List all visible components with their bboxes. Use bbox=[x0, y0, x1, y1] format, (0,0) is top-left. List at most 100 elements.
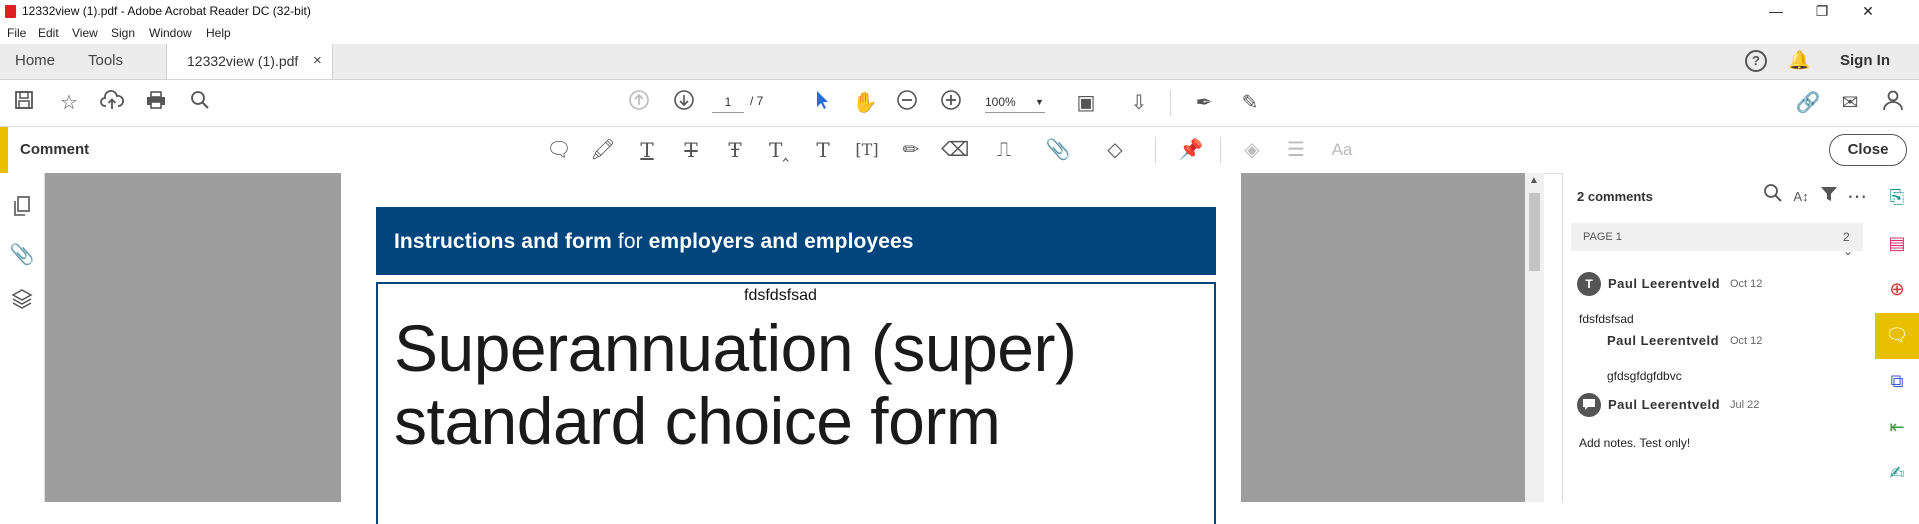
sign-pen-icon[interactable]: ✒ bbox=[1190, 89, 1218, 117]
menu-view[interactable]: View bbox=[72, 26, 98, 40]
menu-bar: File Edit View Sign Window Help bbox=[0, 24, 1919, 44]
vertical-scrollbar[interactable]: ▲ bbox=[1525, 173, 1544, 502]
page-number-input[interactable]: 1 bbox=[712, 92, 744, 113]
email-icon[interactable]: ✉ bbox=[1836, 89, 1864, 117]
pencil-icon[interactable]: ✏ bbox=[897, 136, 925, 164]
previous-page-icon[interactable] bbox=[625, 89, 653, 117]
page-group-label: PAGE 1 bbox=[1583, 231, 1622, 243]
sign-in-button[interactable]: Sign In bbox=[1840, 52, 1890, 69]
save-icon[interactable] bbox=[10, 89, 38, 117]
comment-toolbar-divider bbox=[1155, 137, 1156, 163]
layers-icon[interactable] bbox=[8, 287, 36, 315]
add-text-icon[interactable]: T bbox=[809, 136, 837, 164]
minimize-icon[interactable]: — bbox=[1753, 0, 1799, 24]
underline-text-icon[interactable]: T bbox=[633, 136, 661, 164]
comment-toolbar: Comment 🗨 🖍 T T Ŧ T‸ T [T] ✏ ⌫ ⎍ 📎 ◇ 📌 ◈… bbox=[0, 127, 1919, 174]
pin-icon[interactable]: 📌 bbox=[1177, 136, 1205, 164]
page-total: / 7 bbox=[750, 94, 764, 108]
stamp-icon[interactable]: ⎍ bbox=[990, 136, 1018, 164]
scrollbar-thumb[interactable] bbox=[1529, 193, 1540, 271]
menu-file[interactable]: File bbox=[7, 26, 26, 40]
zoom-out-icon[interactable] bbox=[893, 89, 921, 117]
page-group-count: 2 ⌄ bbox=[1843, 230, 1854, 258]
export-pdf-icon[interactable]: ⎘ bbox=[1885, 185, 1909, 209]
chevron-down-icon: ▼ bbox=[1035, 97, 1044, 107]
fill-color-icon[interactable]: ◈ bbox=[1238, 136, 1266, 164]
attachments-icon[interactable]: 📎 bbox=[8, 241, 36, 269]
zoom-in-icon[interactable] bbox=[937, 89, 965, 117]
close-icon[interactable]: ✕ bbox=[1845, 0, 1891, 24]
zoom-search-icon[interactable] bbox=[186, 89, 214, 117]
fill-sign-icon[interactable]: ✎ bbox=[1236, 89, 1264, 117]
restore-icon[interactable]: ❐ bbox=[1799, 0, 1845, 24]
scroll-mode-icon[interactable]: ⇩ bbox=[1125, 89, 1153, 117]
attach-file-icon[interactable]: 📎 bbox=[1044, 136, 1072, 164]
hand-tool-icon[interactable]: ✋ bbox=[851, 89, 879, 117]
compress-pdf-icon[interactable]: ⇤ bbox=[1885, 415, 1909, 439]
line-weight-icon[interactable]: ☰ bbox=[1282, 136, 1310, 164]
star-icon[interactable]: ☆ bbox=[55, 89, 83, 117]
close-comment-button[interactable]: Close bbox=[1829, 134, 1907, 166]
heading-line-1: Superannuation (super) bbox=[394, 311, 1077, 385]
tab-tools[interactable]: Tools bbox=[88, 52, 123, 69]
comment-author: Paul Leerentveld bbox=[1608, 276, 1721, 291]
fill-sign-rail-icon[interactable]: ✍ bbox=[1885, 461, 1909, 485]
search-comments-icon[interactable] bbox=[1759, 183, 1787, 211]
text-annotation[interactable]: fdsfdsfsad bbox=[744, 287, 817, 305]
replace-text-icon[interactable]: Ŧ bbox=[721, 136, 749, 164]
insert-text-icon[interactable]: T‸ bbox=[765, 136, 793, 164]
shapes-icon[interactable]: ◇ bbox=[1101, 136, 1129, 164]
highlight-icon[interactable]: 🖍 bbox=[589, 136, 617, 164]
avatar: T bbox=[1577, 272, 1601, 296]
more-options-icon[interactable]: ⋯ bbox=[1843, 183, 1871, 211]
banner-normal-text: for bbox=[611, 230, 649, 253]
comment-tool-label: Comment bbox=[20, 141, 90, 158]
menu-edit[interactable]: Edit bbox=[38, 26, 59, 40]
cloud-upload-icon[interactable] bbox=[98, 89, 126, 117]
page-thumbnails-icon[interactable] bbox=[8, 195, 36, 223]
page-fit-icon[interactable]: ▣ bbox=[1072, 89, 1100, 117]
menu-window[interactable]: Window bbox=[149, 26, 192, 40]
create-pdf-icon[interactable]: ⊕ bbox=[1885, 277, 1909, 301]
sort-az-icon[interactable]: A↕ bbox=[1787, 183, 1815, 211]
close-tab-icon[interactable]: × bbox=[313, 52, 322, 69]
next-page-icon[interactable] bbox=[670, 89, 698, 117]
scroll-up-icon[interactable]: ▲ bbox=[1529, 175, 1539, 186]
bell-icon[interactable]: 🔔 bbox=[1788, 50, 1810, 71]
print-icon[interactable] bbox=[142, 89, 170, 117]
reply-date: Oct 12 bbox=[1730, 335, 1763, 347]
main-toolbar: ☆ 1 / 7 ✋ 100% ▼ ▣ ⇩ ✒ ✎ 🔗 ✉ bbox=[0, 80, 1919, 127]
document-viewer[interactable]: Instructions and form for employers and … bbox=[45, 173, 1525, 524]
window-title: 12332view (1).pdf - Adobe Acrobat Reader… bbox=[22, 4, 311, 18]
font-format-icon[interactable]: Aa bbox=[1328, 136, 1356, 164]
text-box-icon[interactable]: [T] bbox=[853, 136, 881, 164]
toolbar-divider bbox=[1170, 90, 1171, 116]
select-cursor-icon[interactable] bbox=[808, 89, 836, 117]
comment-text: Add notes. Test only! bbox=[1579, 436, 1691, 450]
right-tools-rail: ⎘ ▤ ⊕ 🗨 ⧉ ⇤ ✍ bbox=[1875, 173, 1919, 502]
comments-page-group[interactable]: PAGE 1 2 ⌄ bbox=[1571, 223, 1863, 258]
comments-panel: 2 comments A↕ ⋯ PAGE 1 2 ⌄ T Paul Leeren… bbox=[1562, 173, 1875, 502]
strikethrough-icon[interactable]: T bbox=[677, 136, 705, 164]
title-bar: 12332view (1).pdf - Adobe Acrobat Reader… bbox=[0, 0, 1919, 24]
pdf-page: Instructions and form for employers and … bbox=[341, 173, 1241, 524]
menu-sign[interactable]: Sign bbox=[111, 26, 135, 40]
menu-help[interactable]: Help bbox=[206, 26, 231, 40]
comment-author: Paul Leerentveld bbox=[1608, 397, 1721, 412]
banner-bold-text-1: Instructions and form bbox=[394, 230, 612, 253]
share-link-icon[interactable]: 🔗 bbox=[1794, 89, 1822, 117]
heading-line-2: standard choice form bbox=[394, 384, 1001, 458]
tab-home[interactable]: Home bbox=[15, 52, 55, 69]
eraser-icon[interactable]: ⌫ bbox=[941, 136, 969, 164]
help-icon[interactable]: ? bbox=[1745, 50, 1767, 72]
organize-pages-icon[interactable]: ▤ bbox=[1885, 231, 1909, 255]
zoom-select[interactable]: 100% ▼ bbox=[985, 92, 1045, 113]
user-icon[interactable] bbox=[1879, 89, 1907, 117]
comment-tool-icon[interactable]: 🗨 bbox=[1885, 323, 1909, 347]
sticky-note-icon[interactable]: 🗨 bbox=[545, 136, 573, 164]
combine-files-icon[interactable]: ⧉ bbox=[1885, 369, 1909, 393]
tab-document[interactable]: 12332view (1).pdf × bbox=[166, 44, 333, 79]
filter-icon[interactable] bbox=[1815, 183, 1843, 211]
note-avatar-icon bbox=[1577, 393, 1601, 417]
banner-text: Instructions and form for employers and … bbox=[394, 230, 914, 254]
